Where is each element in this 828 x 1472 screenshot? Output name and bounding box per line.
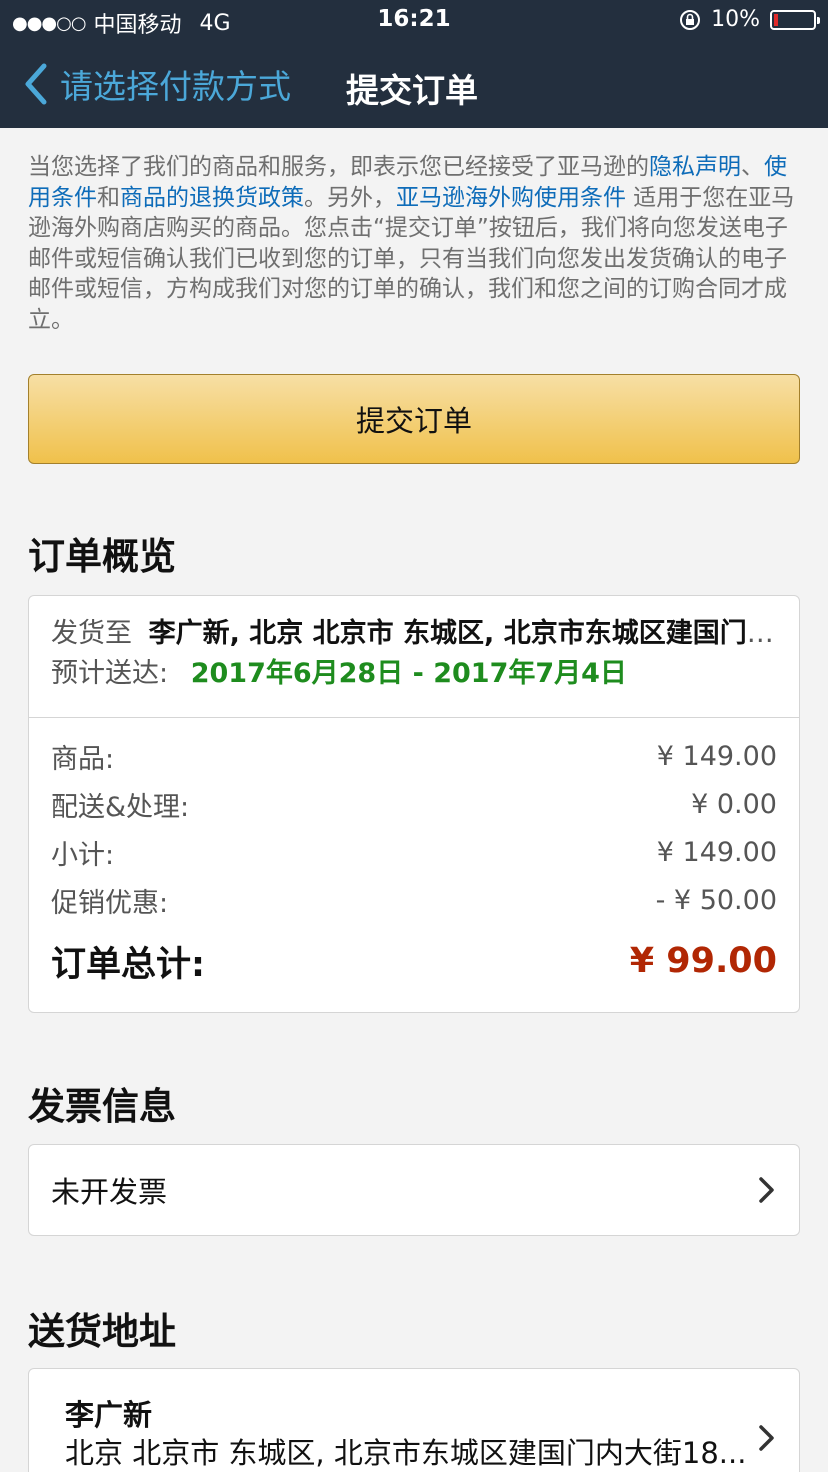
legal-separator: 、 [741,154,764,180]
submit-order-button[interactable]: 提交订单 [28,374,800,464]
summary-value: ¥ 0.00 [691,788,777,820]
summary-label: 促销优惠: [51,887,169,919]
back-button[interactable]: 请选择付款方式 [22,60,291,108]
eta-line: 预计送达: 2017年6月28日 - 2017年7月4日 [51,654,777,694]
price-breakdown: 商品: ¥ 149.00 配送&处理: ¥ 0.00 小计: ¥ 149.00 … [29,718,799,998]
eta-label: 预计送达: [51,658,169,689]
ship-to-value: 李广新, 北京 北京市 东城区, 北京市东城区建国门内大街18... [148,618,777,649]
order-total-value: ¥ 99.00 [629,941,777,981]
order-summary-title: 订单概览 [28,535,176,578]
back-button-label: 请选择付款方式 [60,67,291,106]
order-total-row: 订单总计: ¥ 99.00 [29,924,799,998]
legal-and: 和 [97,184,120,211]
chevron-right-icon [759,1177,774,1203]
summary-value: ¥ 149.00 [656,836,777,868]
chevron-left-icon [25,63,47,105]
summary-value: ¥ 149.00 [656,740,777,772]
ship-to-line: 发货至 李广新, 北京 北京市 东城区, 北京市东城区建国门内大街18... [51,614,777,654]
battery-icon [770,9,820,30]
recipient-name: 李广新 [65,1398,153,1432]
rotation-lock-icon [680,9,701,30]
summary-label: 商品: [51,743,115,775]
summary-row-promotion: 促销优惠: - ¥ 50.00 [29,876,799,924]
privacy-link[interactable]: 隐私声明 [649,154,741,180]
invoice-section-title: 发票信息 [28,1085,176,1128]
summary-label: 配送&处理: [51,791,190,823]
legal-text: 当您选择了我们的商品和服务，即表示您已经接受了亚马逊的 [28,154,649,180]
shipping-info: 发货至 李广新, 北京 北京市 东城区, 北京市东城区建国门内大街18... 预… [29,596,799,718]
navigation-bar: 请选择付款方式 提交订单 [0,40,828,128]
ship-to-label: 发货至 [51,618,132,649]
order-total-label: 订单总计: [51,944,205,985]
invoice-value: 未开发票 [51,1175,168,1209]
summary-value: - ¥ 50.00 [655,884,777,916]
legal-notice: 当您选择了我们的商品和服务，即表示您已经接受了亚马逊的隐私声明、使用条件和商品的… [28,152,808,335]
page-title: 提交订单 [346,71,478,110]
overseas-terms-link[interactable]: 亚马逊海外购使用条件 [396,185,626,211]
summary-row-shipping: 配送&处理: ¥ 0.00 [29,780,799,828]
summary-label: 小计: [51,839,115,871]
legal-text: 。另外， [304,184,396,211]
eta-value: 2017年6月28日 - 2017年7月4日 [190,658,627,689]
battery-percent: 10% [711,7,760,32]
summary-row-items: 商品: ¥ 149.00 [29,732,799,780]
invoice-selector[interactable]: 未开发票 [28,1144,800,1236]
shipping-address-title: 送货地址 [28,1310,176,1353]
order-summary-card: 发货至 李广新, 北京 北京市 东城区, 北京市东城区建国门内大街18... 预… [28,595,800,1013]
recipient-address: 北京 北京市 东城区, 北京市东城区建国门内大街18... [65,1436,747,1470]
summary-row-subtotal: 小计: ¥ 149.00 [29,828,799,876]
chevron-right-icon [759,1425,774,1451]
status-bar: ●●●○○ 中国移动 4G 16:21 10% [0,0,828,40]
returns-policy-link[interactable]: 商品的退换货政策 [120,185,304,211]
shipping-address-card[interactable]: 李广新 北京 北京市 东城区, 北京市东城区建国门内大街18... [28,1368,800,1472]
